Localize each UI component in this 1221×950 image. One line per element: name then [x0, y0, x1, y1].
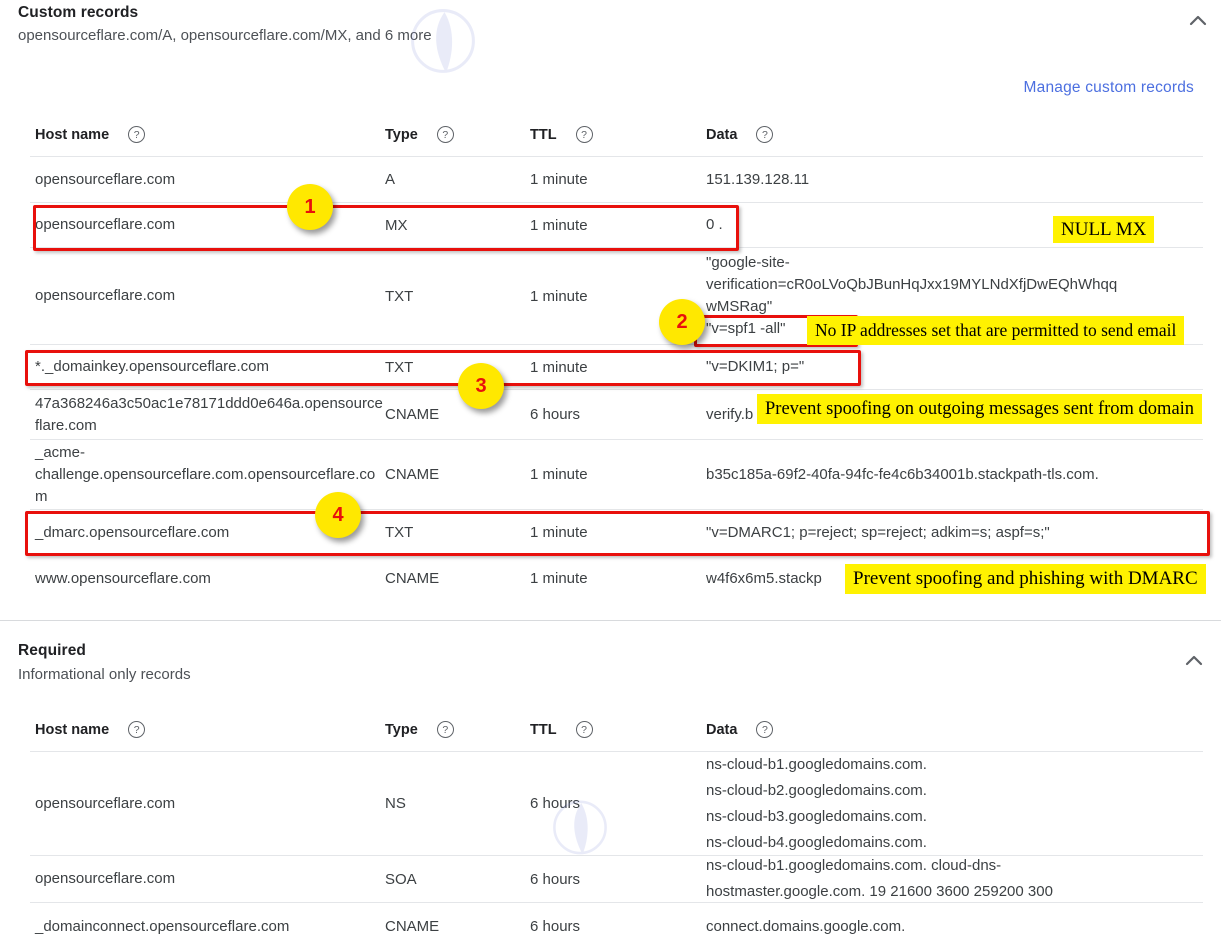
table-row-txt-spf: opensourceflare.com TXT 1 minute "google…	[30, 248, 1203, 345]
record-type: A	[385, 171, 530, 188]
custom-records-subtitle: opensourceflare.com/A, opensourceflare.c…	[18, 27, 432, 44]
table-row-www: www.opensourceflare.com CNAME 1 minute w…	[30, 556, 1203, 601]
table-row-ns: opensourceflare.com NS 6 hours ns-cloud-…	[30, 752, 1203, 856]
record-type: TXT	[385, 524, 530, 541]
host-name: opensourceflare.com	[35, 171, 175, 188]
help-icon[interactable]: ?	[756, 721, 773, 738]
record-data: ns-cloud-b1.googledomains.com.	[706, 752, 1203, 778]
host-name: 47a368246a3c50ac1e78171ddd0e646a.opensou…	[35, 395, 383, 434]
record-ttl: 1 minute	[530, 288, 706, 305]
manage-custom-records-link[interactable]: Manage custom records	[1024, 79, 1194, 97]
record-data: 0 .	[706, 214, 1203, 236]
section-divider	[0, 620, 1221, 621]
record-type: TXT	[385, 288, 530, 305]
table-row-domainconnect: _domainconnect.opensourceflare.com CNAME…	[30, 903, 1203, 950]
collapse-chevron-up-icon[interactable]	[1186, 8, 1210, 32]
record-ttl: 6 hours	[530, 871, 706, 888]
col-ttl: TTL	[530, 127, 557, 143]
record-ttl: 1 minute	[530, 171, 706, 188]
record-type: MX	[385, 217, 530, 234]
table-row-soa: opensourceflare.com SOA 6 hours ns-cloud…	[30, 856, 1203, 903]
record-type: TXT	[385, 359, 530, 376]
col-host-name: Host name	[35, 127, 109, 143]
record-data: ns-cloud-b1.googledomains.com. cloud-dns…	[706, 853, 1203, 879]
record-type: CNAME	[385, 918, 530, 935]
col-ttl: TTL	[530, 722, 557, 738]
record-ttl: 6 hours	[530, 918, 706, 935]
col-data: Data	[706, 127, 737, 143]
record-data: wMSRag"	[706, 296, 1203, 318]
record-data: verification=cR0oLVoQbJBunHqJxx19MYLNdXf…	[706, 274, 1203, 296]
required-subtitle: Informational only records	[18, 666, 191, 683]
help-icon[interactable]: ?	[576, 126, 593, 143]
host-name: opensourceflare.com	[35, 870, 175, 887]
record-data: connect.domains.google.com.	[706, 914, 1203, 940]
record-ttl: 1 minute	[530, 466, 706, 483]
record-data: ns-cloud-b4.googledomains.com.	[706, 830, 1203, 856]
help-icon[interactable]: ?	[128, 126, 145, 143]
record-data: "v=DMARC1; p=reject; sp=reject; adkim=s;…	[706, 522, 1203, 544]
table-row-verify-cname: 47a368246a3c50ac1e78171ddd0e646a.opensou…	[30, 390, 1203, 440]
record-type: CNAME	[385, 406, 530, 423]
collapse-chevron-up-icon[interactable]	[1182, 648, 1206, 672]
record-data: "google-site-	[706, 252, 1203, 274]
record-ttl: 1 minute	[530, 359, 706, 376]
record-ttl: 6 hours	[530, 406, 706, 423]
table-row-a: opensourceflare.com A 1 minute 151.139.1…	[30, 157, 1203, 203]
col-type: Type	[385, 127, 418, 143]
record-ttl: 1 minute	[530, 217, 706, 234]
table-row-dkim: *._domainkey.opensourceflare.com TXT 1 m…	[30, 345, 1203, 390]
record-data: ns-cloud-b2.googledomains.com.	[706, 778, 1203, 804]
help-icon[interactable]: ?	[128, 721, 145, 738]
host-name: _dmarc.opensourceflare.com	[35, 524, 229, 541]
record-data: verify.b	[706, 404, 1203, 426]
record-data: hostmaster.google.com. 19 21600 3600 259…	[706, 879, 1203, 905]
record-ttl: 1 minute	[530, 524, 706, 541]
record-data: 151.139.128.11	[706, 169, 1203, 191]
col-host-name: Host name	[35, 722, 109, 738]
table-row-acme: _acme-challenge.opensourceflare.com.open…	[30, 440, 1203, 510]
record-data: b35c185a-69f2-40fa-94fc-fe4c6b34001b.sta…	[706, 464, 1203, 486]
host-name: opensourceflare.com	[35, 795, 175, 812]
required-table-header-row: Host name? Type? TTL? Data?	[30, 708, 1203, 752]
col-type: Type	[385, 722, 418, 738]
table-row-mx: opensourceflare.com MX 1 minute 0 .	[30, 203, 1203, 248]
required-title: Required	[18, 642, 86, 660]
record-ttl: 6 hours	[530, 795, 706, 812]
custom-records-title: Custom records	[18, 4, 138, 22]
custom-table-header-row: Host name? Type? TTL? Data?	[30, 113, 1203, 157]
record-ttl: 1 minute	[530, 570, 706, 587]
host-name: www.opensourceflare.com	[35, 570, 211, 587]
host-name: _acme-challenge.opensourceflare.com.open…	[35, 444, 375, 505]
record-type: NS	[385, 795, 530, 812]
host-name: _domainconnect.opensourceflare.com	[35, 918, 289, 935]
help-icon[interactable]: ?	[576, 721, 593, 738]
help-icon[interactable]: ?	[437, 721, 454, 738]
help-icon[interactable]: ?	[756, 126, 773, 143]
record-data: "v=DKIM1; p="	[706, 356, 1203, 378]
record-data: w4f6x6m5.stackp	[706, 568, 1203, 590]
watermark-logo	[405, 6, 481, 82]
host-name: *._domainkey.opensourceflare.com	[35, 358, 269, 375]
record-type: CNAME	[385, 466, 530, 483]
col-data: Data	[706, 722, 737, 738]
table-row-dmarc: _dmarc.opensourceflare.com TXT 1 minute …	[30, 510, 1203, 556]
host-name: opensourceflare.com	[35, 216, 175, 233]
host-name: opensourceflare.com	[35, 287, 175, 304]
help-icon[interactable]: ?	[437, 126, 454, 143]
record-data-spf: "v=spf1 -all"	[706, 318, 1203, 340]
record-type: CNAME	[385, 570, 530, 587]
record-type: SOA	[385, 871, 530, 888]
record-data: ns-cloud-b3.googledomains.com.	[706, 804, 1203, 830]
